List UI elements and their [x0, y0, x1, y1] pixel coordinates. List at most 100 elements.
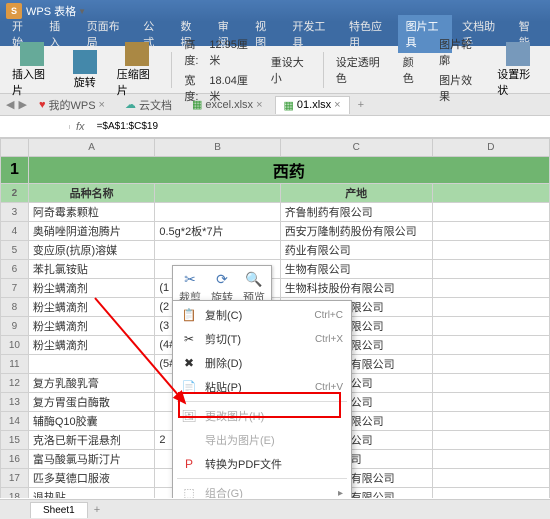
cell[interactable] [432, 317, 549, 336]
cell[interactable] [432, 203, 549, 222]
formula-input[interactable]: =$A$1:$C$19 [91, 119, 550, 134]
sheet-tab-bar: Sheet1 + [0, 499, 550, 519]
tab-file2[interactable]: ▦01.xlsx× [275, 96, 350, 114]
cell[interactable]: 粉尘螨滴剂 [28, 279, 155, 298]
row-header[interactable]: 5 [1, 241, 29, 260]
ctx-delete[interactable]: ✖删除(D) [173, 351, 351, 375]
cell[interactable] [432, 393, 549, 412]
col-header[interactable]: B [155, 139, 280, 157]
nav-back-icon[interactable]: ◀ [6, 98, 14, 111]
cell[interactable]: 变应原(抗原)溶媒 [28, 241, 155, 260]
cell[interactable]: 辅酶Q10胶囊 [28, 412, 155, 431]
cell[interactable] [432, 488, 549, 499]
color-button[interactable]: 颜色 [399, 53, 427, 87]
cell[interactable]: 阿奇霉素颗粒 [28, 203, 155, 222]
cell[interactable] [432, 431, 549, 450]
row-header[interactable]: 2 [1, 184, 29, 203]
cell[interactable]: 生物有限公司 [280, 260, 432, 279]
cell[interactable]: 药业有限公司 [280, 241, 432, 260]
cell[interactable]: 富马酸氯马斯汀片 [28, 450, 155, 469]
cell[interactable]: 退热贴 [28, 488, 155, 499]
cell[interactable]: 粉尘螨滴剂 [28, 317, 155, 336]
cell[interactable]: 西安万隆制药股份有限公司 [280, 222, 432, 241]
cell[interactable] [432, 469, 549, 488]
pic-effect-button[interactable]: 图片效果 [435, 71, 483, 105]
cell[interactable]: 生物科技股份有限公司 [280, 279, 432, 298]
set-shape-button[interactable]: 设置形状 [491, 40, 544, 100]
cell[interactable]: 0.5g*2板*7片 [155, 222, 280, 241]
row-header[interactable]: 13 [1, 393, 29, 412]
cell[interactable] [432, 222, 549, 241]
cell[interactable] [432, 355, 549, 374]
cell[interactable] [432, 241, 549, 260]
row-header[interactable]: 9 [1, 317, 29, 336]
cell[interactable] [432, 374, 549, 393]
cell[interactable]: 复方乳酸乳膏 [28, 374, 155, 393]
row-header[interactable]: 17 [1, 469, 29, 488]
cell[interactable]: 奥硝唑阴道泡腾片 [28, 222, 155, 241]
row-header[interactable]: 10 [1, 336, 29, 355]
row-header[interactable]: 8 [1, 298, 29, 317]
rotate-button[interactable]: 旋转 [67, 48, 103, 92]
add-tab-icon[interactable]: + [358, 99, 364, 111]
menu-dev[interactable]: 开发工具 [284, 15, 339, 53]
row-header[interactable]: 18 [1, 488, 29, 499]
cell[interactable]: 匹多莫德口服液 [28, 469, 155, 488]
col-header[interactable]: A [28, 139, 155, 157]
row-header[interactable]: 3 [1, 203, 29, 222]
cell[interactable]: 苯扎氯铵贴 [28, 260, 155, 279]
cell[interactable] [432, 336, 549, 355]
add-sheet-icon[interactable]: + [94, 504, 100, 516]
cell[interactable]: 品种名称 [28, 184, 155, 203]
row-header[interactable]: 11 [1, 355, 29, 374]
cell[interactable]: 产地 [280, 184, 432, 203]
cell[interactable]: 粉尘螨滴剂 [28, 298, 155, 317]
menu-special[interactable]: 特色应用 [341, 15, 396, 53]
ctx-cut[interactable]: ✂剪切(T)Ctrl+X [173, 327, 351, 351]
cell[interactable] [432, 279, 549, 298]
spreadsheet-grid[interactable]: ABCD1西药2品种名称产地3阿奇霉素颗粒齐鲁制药有限公司4奥硝唑阴道泡腾片0.… [0, 138, 550, 498]
tab-cloud[interactable]: ☁云文档 [117, 95, 180, 115]
cell[interactable] [432, 184, 549, 203]
ctx-to-pdf[interactable]: P转换为PDF文件 [173, 452, 351, 476]
height-field[interactable]: 高度:12.95厘米 [180, 35, 258, 69]
reset-size-button[interactable]: 重设大小 [267, 53, 315, 87]
ctx-paste[interactable]: 📄粘贴(P)Ctrl+V [173, 375, 351, 399]
row-header[interactable]: 1 [1, 157, 29, 184]
cell[interactable]: 齐鲁制药有限公司 [280, 203, 432, 222]
row-header[interactable]: 12 [1, 374, 29, 393]
sheet-tab[interactable]: Sheet1 [30, 502, 88, 518]
cell[interactable] [432, 450, 549, 469]
row-header[interactable]: 7 [1, 279, 29, 298]
cell[interactable] [155, 184, 280, 203]
cell[interactable] [28, 355, 155, 374]
context-menu: 📋复制(C)Ctrl+C ✂剪切(T)Ctrl+X ✖删除(D) 📄粘贴(P)C… [172, 300, 352, 498]
row-header[interactable]: 14 [1, 412, 29, 431]
col-header[interactable]: D [432, 139, 549, 157]
nav-fwd-icon[interactable]: ▶ [18, 98, 26, 111]
set-transparent-button[interactable]: 设定透明色 [332, 53, 391, 87]
cell[interactable]: 克洛已新干混悬剂 [28, 431, 155, 450]
cell[interactable] [432, 298, 549, 317]
row-header[interactable]: 6 [1, 260, 29, 279]
row-header[interactable]: 16 [1, 450, 29, 469]
compress-button[interactable]: 压缩图片 [111, 40, 164, 100]
pic-border-button[interactable]: 图片轮廓 [435, 35, 483, 69]
cell[interactable] [432, 412, 549, 431]
row-header[interactable]: 4 [1, 222, 29, 241]
name-box[interactable] [0, 125, 70, 129]
tab-file1[interactable]: ▦excel.xlsx× [184, 96, 271, 113]
tab-mywps[interactable]: ♥我的WPS× [31, 95, 113, 115]
insert-pic-button[interactable]: 插入图片 [6, 40, 59, 100]
row-header[interactable]: 15 [1, 431, 29, 450]
cell[interactable]: 粉尘螨滴剂 [28, 336, 155, 355]
cell[interactable] [432, 260, 549, 279]
col-header[interactable]: C [280, 139, 432, 157]
ctx-group: ⬚组合(G)▸ [173, 481, 351, 498]
cell[interactable] [155, 241, 280, 260]
fx-icon[interactable]: fx [70, 121, 91, 133]
ctx-change-pic: 🖼更改图片(H) [173, 404, 351, 428]
cell[interactable] [155, 203, 280, 222]
ctx-copy[interactable]: 📋复制(C)Ctrl+C [173, 303, 351, 327]
cell[interactable]: 复方胃蛋白酶散 [28, 393, 155, 412]
